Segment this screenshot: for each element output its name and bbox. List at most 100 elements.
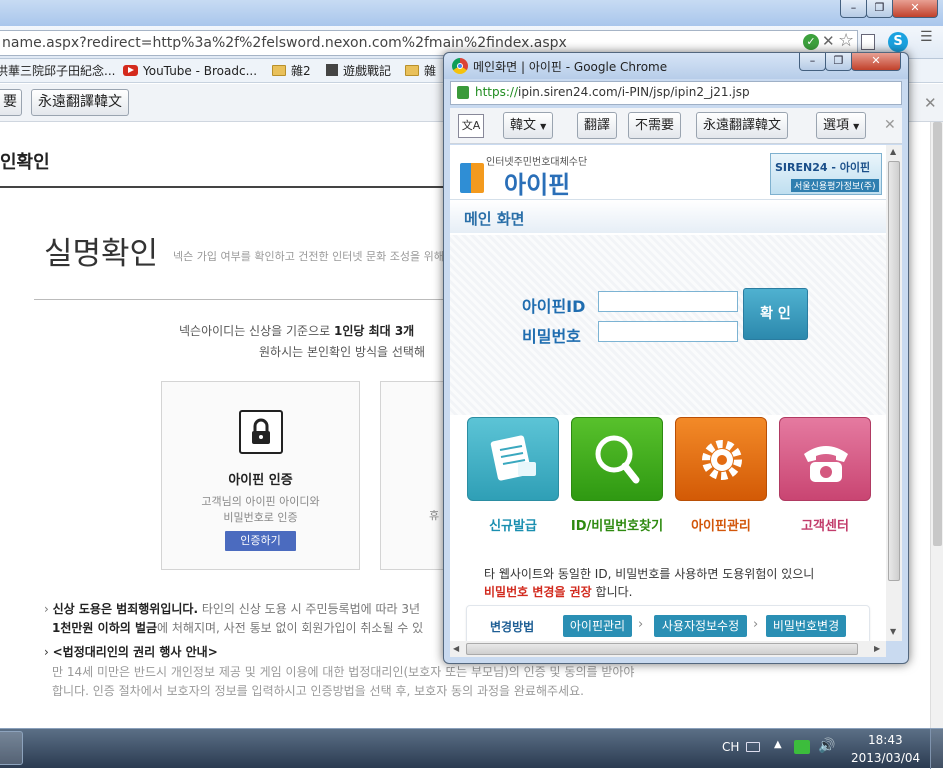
skype-icon[interactable]: S [888,32,908,52]
minimize-button[interactable]: – [840,0,867,18]
popup-translate-bar: 文A 韓文 ▼ 翻譯 不需要 永遠翻譯韓文 選項 ▼ ✕ [450,108,902,144]
popup-maximize-button[interactable]: ❐ [825,53,852,71]
telephone-icon [804,446,848,482]
chevron-right-icon: › [638,617,644,632]
page-title: 실명확인 [44,236,159,272]
popup-title: 메인화면 | 아이핀 - Google Chrome [473,60,668,74]
volume-icon[interactable]: 🔊 [818,738,835,754]
confirm-button[interactable]: 확 인 [743,288,808,340]
network-icon[interactable] [794,740,810,754]
notice-1: › 신상 도용은 범죄행위입니다. 타인의 신상 도용 시 주민등록법에 따라 … [44,602,421,616]
clear-x-icon[interactable]: ✕ [822,32,835,50]
close-button[interactable]: ✕ [892,0,938,18]
popup-titlebar: 메인화면 | 아이핀 - Google Chrome – ❐ ✕ [444,53,908,79]
tile-label[interactable]: 신규발급 [458,515,568,534]
popup-vertical-scrollbar[interactable]: ▲ ▼ [886,145,902,641]
address-text: name.aspx?redirect=http%3a%2f%2felsword.… [2,35,567,51]
dropdown-arrow-icon: ▼ [853,122,860,131]
never-translate-button[interactable]: 要 [0,89,22,116]
tray-expand-icon[interactable]: ▲ [774,739,782,750]
bookmark-favicon [326,64,338,76]
no-thanks-button[interactable]: 不需要 [628,112,682,139]
dropdown-arrow-icon: ▼ [540,122,547,131]
page-header: 인확인 [0,152,50,173]
siren-badge-sub: 서울신용평가정보(주) [791,179,879,192]
popup-close-button[interactable]: ✕ [851,53,901,71]
card-desc: 휴 [429,509,440,522]
warning-text: 타 웹사이트와 동일한 ID, 비밀번호를 사용하면 도용위험이 있으니 [484,567,815,581]
new-issue-tile[interactable] [467,417,559,501]
tile-label[interactable]: ID/비밀번호찾기 [562,515,672,534]
customer-center-tile[interactable] [779,417,871,501]
scrollbar-thumb[interactable] [933,122,942,546]
scroll-up-arrow[interactable]: ▲ [890,147,896,156]
chevron-right-icon: › [753,617,759,632]
ipin-manage-tile[interactable] [675,417,767,501]
language-dropdown[interactable]: 韓文 ▼ [503,112,554,139]
intro-text-2: 원하시는 본인확인 방식을 선택해 [259,345,426,359]
popup-address-bar[interactable]: https://ipin.siren24.com/i-PIN/jsp/ipin2… [450,81,902,105]
extension-icon[interactable] [861,34,875,50]
auth-button[interactable]: 인증하기 [225,531,296,551]
ipin-id-input[interactable] [598,291,738,312]
ipin-logo[interactable]: 인터넷주민번호대체수단 아이핀 [460,153,610,199]
taskbar-app[interactable] [0,731,23,765]
clock-date[interactable]: 2013/03/04 [851,751,920,765]
notice-2-line2: 합니다. 인증 절차에서 보호자의 정보를 입력하시고 인증방법을 선택 후, … [52,684,584,698]
bookmark-folder[interactable]: 雜 [405,63,436,79]
translate-button[interactable]: 翻譯 [577,112,618,139]
password-input[interactable] [598,321,738,342]
bookmark-item[interactable]: YouTube - Broadc... [123,63,257,79]
popup-horizontal-scrollbar[interactable]: ◀ ▶ [450,641,886,657]
ipin-auth-card: 아이핀 인증 고객님의 아이핀 아이디와 비밀번호로 인증 인증하기 [161,381,360,570]
tile-label[interactable]: 고객센터 [770,515,880,534]
show-desktop-button[interactable] [930,729,943,769]
scroll-right-arrow[interactable]: ▶ [874,644,880,653]
close-translate-icon[interactable]: ✕ [884,117,896,133]
ipin-page: 인터넷주민번호대체수단 아이핀 SIREN24 - 아이핀 서울신용평가정보(주… [450,145,886,641]
card-desc: 고객님의 아이핀 아이디와 [201,495,320,508]
page-subtitle: 넥슨 가입 여부를 확인하고 건전한 인터넷 문화 조성을 위해 [173,250,444,263]
step-user-info-edit[interactable]: 사용자정보수정 [654,615,747,637]
folder-icon [272,65,286,76]
menu-icon[interactable]: ☰ [920,30,933,44]
ipin-popup-window: 메인화면 | 아이핀 - Google Chrome – ❐ ✕ https:/… [443,52,909,664]
bookmark-folder[interactable]: 雜2 [272,63,311,79]
notice-2-title: › <법정대리인의 권리 행사 안내> [44,645,218,659]
scrollbar-thumb[interactable] [888,161,900,581]
card-title: 아이핀 인증 [228,473,293,488]
scroll-down-arrow[interactable]: ▼ [890,627,896,636]
maximize-button[interactable]: ❐ [866,0,893,18]
bookmark-item[interactable]: 洪華三院邱子田紀念... [0,63,115,79]
id-password-find-tile[interactable] [571,417,663,501]
clock-time[interactable]: 18:43 [868,733,903,747]
siren24-badge[interactable]: SIREN24 - 아이핀 서울신용평가정보(주) [770,153,882,195]
document-icon [490,435,536,481]
page-scrollbar[interactable] [930,122,943,728]
scroll-left-arrow[interactable]: ◀ [453,644,459,653]
bookmark-item[interactable]: 遊戲戰記 [326,63,391,79]
windows-taskbar: CH ▲ 🔊 18:43 2013/03/04 [0,728,943,769]
options-dropdown[interactable]: 選項 ▼ [816,112,867,139]
tile-label[interactable]: 아이핀관리 [666,515,776,534]
card-desc: 비밀번호로 인증 [223,511,298,524]
step-password-change[interactable]: 비밀번호변경 [766,615,846,637]
bookmark-star-icon[interactable]: ☆ [838,30,854,51]
keyboard-icon[interactable] [746,742,760,752]
title-divider [34,299,444,300]
always-translate-button[interactable]: 永遠翻譯韓文 [696,112,789,139]
logo-text: 아이핀 [504,171,571,199]
scrollbar-thumb[interactable] [466,643,858,655]
language-indicator[interactable]: CH [722,740,739,754]
popup-url: https://ipin.siren24.com/i-PIN/jsp/ipin2… [475,85,750,99]
popup-minimize-button[interactable]: – [799,53,826,71]
lock-icon [239,410,283,454]
ipin-logo-mark [460,163,484,193]
step-ipin-manage[interactable]: 아이핀관리 [563,615,632,637]
close-translate-icon[interactable]: ✕ [924,94,937,112]
siren-badge-title: SIREN24 - 아이핀 [775,161,871,174]
always-translate-button[interactable]: 永遠翻譯韓文 [31,89,129,116]
gear-icon [702,440,742,480]
header-divider [0,186,444,188]
youtube-icon [123,65,138,76]
